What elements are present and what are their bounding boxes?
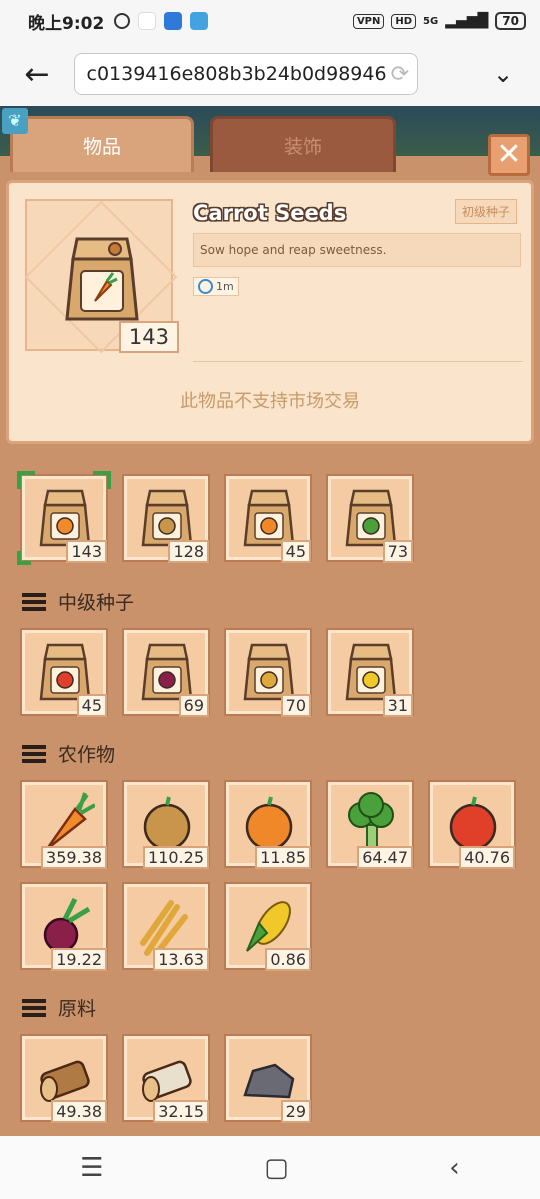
slot-count: 0.86 bbox=[265, 948, 311, 971]
slot-count: 19.22 bbox=[51, 948, 107, 971]
slot-count: 40.76 bbox=[459, 846, 515, 869]
inventory-slot[interactable]: 69 bbox=[122, 628, 210, 717]
section-mid-seeds: 中级种子 bbox=[22, 588, 134, 615]
section-title: 农作物 bbox=[58, 744, 116, 766]
inventory-slot[interactable]: 64.47 bbox=[326, 780, 414, 869]
carrot-seed-bag-icon bbox=[65, 237, 139, 321]
chevron-down-icon[interactable]: ⌄ bbox=[466, 60, 540, 88]
section-materials: 原料 bbox=[22, 994, 96, 1021]
list-icon bbox=[22, 998, 46, 1017]
vpn-badge: VPN bbox=[352, 13, 385, 29]
signal-icon: ▂▄▆█ bbox=[445, 13, 489, 29]
back-icon[interactable]: ‹ bbox=[449, 1153, 459, 1183]
item-detail-panel: 143 Carrot Seeds 初级种子 Sow hope and reap … bbox=[6, 180, 534, 444]
inventory-slot[interactable]: 13.63 bbox=[122, 882, 210, 971]
inventory-slot[interactable]: 29 bbox=[224, 1034, 312, 1123]
menu-icon[interactable]: ☰ bbox=[80, 1153, 103, 1183]
feather-icon: ❦ bbox=[2, 108, 28, 134]
slot-count: 31 bbox=[382, 694, 413, 717]
browser-toolbar: ← ac0139416e808b3b24b0d98946 ⟳ ⌄ bbox=[0, 42, 540, 106]
upload-app-icon bbox=[190, 12, 209, 30]
inventory-slot[interactable]: 45 bbox=[20, 628, 108, 717]
slot-count: 110.25 bbox=[143, 846, 209, 869]
beginner-seeds-row: 143 128 45 73 bbox=[17, 471, 414, 565]
mid-seeds-row: 45 69 70 31 bbox=[20, 628, 414, 717]
section-title: 中级种子 bbox=[58, 592, 135, 614]
section-title: 原料 bbox=[58, 998, 97, 1020]
slot-count: 11.85 bbox=[255, 846, 311, 869]
market-note: 此物品不支持市场交易 bbox=[180, 391, 360, 412]
battery-icon: 70 bbox=[495, 12, 526, 30]
game-inventory-screen: 物品 装饰 ❦ ✕ 143 Carrot Seeds 初级种子 Sow hope… bbox=[0, 106, 540, 1136]
slot-count: 29 bbox=[280, 1100, 311, 1123]
slot-count: 32.15 bbox=[153, 1100, 209, 1123]
crops-row-2: 19.22 13.63 0.86 bbox=[20, 882, 312, 971]
inventory-slot[interactable]: 49.38 bbox=[20, 1034, 108, 1123]
inventory-slot[interactable]: 11.85 bbox=[224, 780, 312, 869]
inventory-slot[interactable]: 359.38 bbox=[20, 780, 108, 869]
slot-count: 143 bbox=[66, 540, 107, 563]
crops-row-1: 359.38 110.25 11.85 64.47 40.76 bbox=[20, 780, 516, 869]
alarm-icon bbox=[114, 13, 131, 29]
url-field[interactable]: ac0139416e808b3b24b0d98946 ⟳ bbox=[74, 53, 418, 95]
tier-badge: 初级种子 bbox=[455, 199, 518, 224]
message-app-icon bbox=[164, 12, 183, 30]
item-name: Carrot Seeds bbox=[193, 201, 347, 225]
inventory-slot[interactable]: 19.22 bbox=[20, 882, 108, 971]
close-button[interactable]: ✕ bbox=[488, 134, 530, 176]
slot-count: 359.38 bbox=[41, 846, 107, 869]
status-bar: 晚上9:02 VPN HD 5G ▂▄▆█ 70 bbox=[0, 0, 540, 42]
home-icon[interactable]: ▢ bbox=[264, 1153, 289, 1183]
divider bbox=[193, 361, 523, 362]
item-description: Sow hope and reap sweetness. bbox=[193, 233, 521, 267]
list-icon bbox=[22, 592, 46, 611]
section-crops: 农作物 bbox=[22, 740, 115, 767]
selection-corner bbox=[17, 551, 31, 565]
slot-count: 64.47 bbox=[357, 846, 413, 869]
item-preview: 143 bbox=[24, 199, 179, 354]
system-nav-bar: ☰ ▢ ‹ bbox=[0, 1136, 540, 1199]
slot-count: 45 bbox=[76, 694, 107, 717]
slot-count: 49.38 bbox=[51, 1100, 107, 1123]
inventory-slot[interactable]: 73 bbox=[326, 474, 414, 563]
list-icon bbox=[22, 744, 46, 763]
slot-count: 13.63 bbox=[153, 948, 209, 971]
app-notification-icon bbox=[138, 12, 157, 30]
network-label: 5G bbox=[423, 15, 439, 27]
grow-time-value: 1m bbox=[216, 280, 234, 293]
inventory-slot[interactable]: 45 bbox=[224, 474, 312, 563]
inventory-slot[interactable]: 70 bbox=[224, 628, 312, 717]
item-count: 143 bbox=[118, 321, 179, 353]
inventory-slot[interactable]: 31 bbox=[326, 628, 414, 717]
slot-count: 70 bbox=[280, 694, 311, 717]
slot-count: 45 bbox=[280, 540, 311, 563]
slot-count: 73 bbox=[382, 540, 413, 563]
stopwatch-icon bbox=[198, 279, 213, 294]
inventory-slot[interactable]: 32.15 bbox=[122, 1034, 210, 1123]
inventory-slot[interactable]: 128 bbox=[122, 474, 210, 563]
slot-count: 128 bbox=[168, 540, 209, 563]
inventory-slot[interactable]: 110.25 bbox=[122, 780, 210, 869]
slot-count: 69 bbox=[178, 694, 209, 717]
grow-time: 1m bbox=[193, 277, 239, 296]
url-text: ac0139416e808b3b24b0d98946 bbox=[85, 63, 387, 85]
materials-row: 49.38 32.15 29 bbox=[20, 1034, 312, 1123]
tab-items[interactable]: 物品 bbox=[10, 116, 194, 172]
inventory-slot[interactable]: 40.76 bbox=[428, 780, 516, 869]
reload-icon[interactable]: ⟳ bbox=[391, 62, 409, 87]
tab-decor[interactable]: 装饰 bbox=[210, 116, 396, 172]
inventory-slot[interactable]: 0.86 bbox=[224, 882, 312, 971]
inventory-slot[interactable]: 143 bbox=[17, 471, 111, 565]
clock-time: 晚上9:02 bbox=[28, 13, 105, 34]
back-arrow-icon[interactable]: ← bbox=[0, 57, 74, 92]
hd-badge: HD bbox=[391, 13, 417, 29]
